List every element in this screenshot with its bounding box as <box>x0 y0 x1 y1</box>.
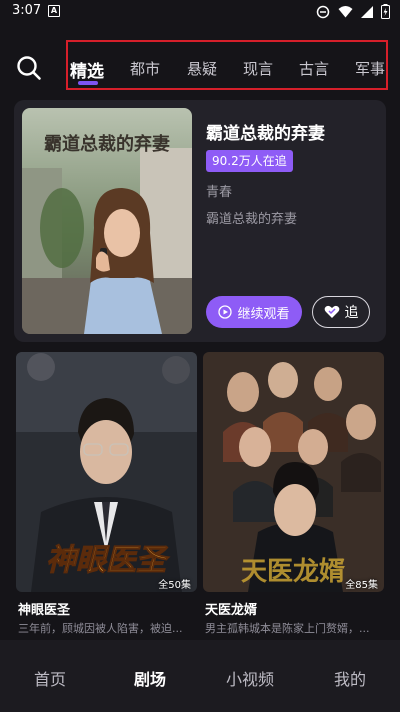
play-icon <box>218 305 233 319</box>
drama-poster-title-art: 神眼医圣 <box>46 543 170 578</box>
nav-profile[interactable]: 我的 <box>300 666 400 690</box>
drama-description: 三年前，顾城因被人陷害，被迫... <box>18 622 183 635</box>
search-button[interactable] <box>16 55 42 81</box>
nav-short-video[interactable]: 小视频 <box>200 666 300 690</box>
drama-title[interactable]: 神眼医圣 <box>18 599 70 618</box>
wifi-icon <box>338 6 353 18</box>
tab-urban[interactable]: 都市 <box>130 58 160 79</box>
featured-poster-title-art: 霸道总裁的弃妻 <box>44 133 170 155</box>
featured-poster[interactable]: 霸道总裁的弃妻 <box>22 108 192 334</box>
drama-poster-title-art: 天医龙婿 <box>241 557 345 587</box>
featured-description: 霸道总裁的弃妻 <box>206 212 298 227</box>
status-icons <box>316 4 390 19</box>
featured-title[interactable]: 霸道总裁的弃妻 <box>206 119 325 144</box>
category-tabs: 精选 都市 悬疑 现言 古言 军事 <box>66 40 388 90</box>
nav-home[interactable]: 首页 <box>0 666 100 690</box>
tab-featured[interactable]: 精选 <box>70 57 104 82</box>
drama-poster[interactable]: 天医龙婿 <box>203 352 384 592</box>
nav-theater[interactable]: 剧场 <box>100 666 200 690</box>
drama-poster-art: 神眼医圣 <box>16 352 197 592</box>
tab-suspense[interactable]: 悬疑 <box>187 58 217 79</box>
episode-count: 全85集 <box>345 580 378 591</box>
bottom-navigation: 首页 剧场 小视频 我的 <box>0 640 400 712</box>
drama-poster-art: 天医龙婿 <box>203 352 384 592</box>
active-tab-indicator <box>78 81 98 85</box>
status-bar: 3:07 A <box>0 0 400 24</box>
featured-poster-art: 霸道总裁的弃妻 <box>22 108 192 334</box>
do-not-disturb-icon <box>316 5 330 18</box>
tab-modern-romance[interactable]: 现言 <box>243 58 273 79</box>
tab-military[interactable]: 军事 <box>355 58 385 79</box>
drama-poster[interactable]: 神眼医圣 <box>16 352 197 592</box>
drama-card[interactable]: 天医龙婿 全85集 天医龙婿 男主孤韩城本是陈家上门赘婿，... <box>203 352 384 638</box>
featured-genre: 青春 <box>206 185 233 200</box>
follow-label: 追 <box>344 305 359 321</box>
followers-badge: 90.2万人在追 <box>206 150 293 172</box>
status-time: 3:07 <box>12 3 42 18</box>
battery-icon <box>381 4 390 19</box>
drama-card[interactable]: 神眼医圣 全50集 神眼医圣 三年前，顾城因被人陷害，被迫... <box>16 352 197 638</box>
continue-watching-label: 继续观看 <box>237 306 290 322</box>
episode-count: 全50集 <box>158 580 191 591</box>
tab-ancient-romance[interactable]: 古言 <box>299 58 329 79</box>
drama-description: 男主孤韩城本是陈家上门赘婿，... <box>205 622 370 635</box>
search-icon <box>17 56 41 80</box>
signal-icon <box>361 5 373 18</box>
featured-drama-card[interactable]: 霸道总裁的弃妻 霸道总裁的弃妻 90.2万人在追 青春 霸道总裁的弃妻 继续观看… <box>14 100 386 342</box>
notification-icon: A <box>48 5 60 17</box>
heart-icon <box>324 305 339 318</box>
continue-watching-button[interactable]: 继续观看 <box>206 296 302 328</box>
follow-button[interactable]: 追 <box>312 296 370 328</box>
drama-title[interactable]: 天医龙婿 <box>205 599 257 618</box>
